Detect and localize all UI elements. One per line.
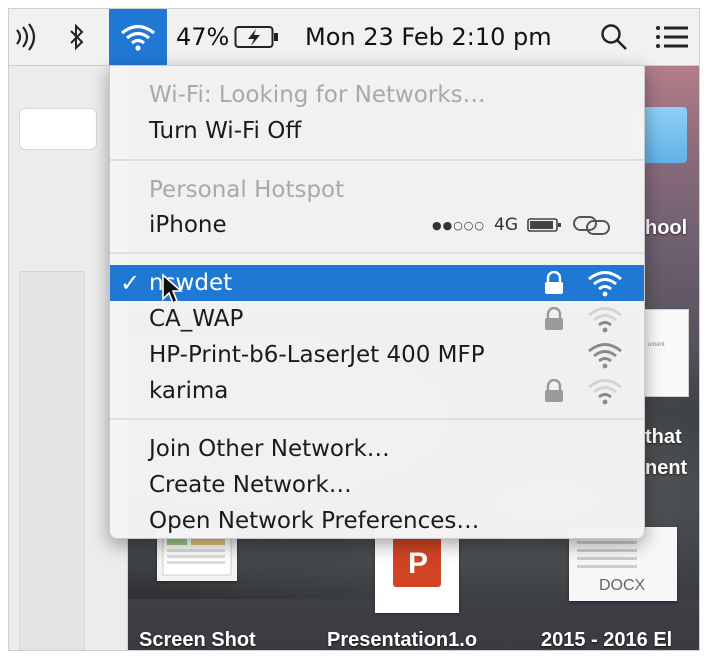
battery-charging-icon[interactable] [234, 9, 280, 65]
network-item-nswdet[interactable]: ✓ nswdet [110, 265, 644, 301]
join-other-network-label: Join Other Network… [149, 436, 390, 462]
turn-wifi-off-item[interactable]: Turn Wi-Fi Off [110, 113, 644, 149]
lock-icon [545, 271, 563, 294]
menu-separator [110, 252, 644, 254]
network-name: CA_WAP [149, 306, 244, 332]
cellular-signal-dots: ●●○○○ [432, 218, 485, 232]
wifi-status: Wi-Fi: Looking for Networks… [110, 77, 644, 113]
volume-icon[interactable] [11, 9, 51, 65]
hotspot-iphone-item[interactable]: iPhone ●●○○○ 4G [110, 207, 644, 243]
powerpoint-file-icon[interactable]: P [375, 527, 459, 613]
lock-icon [545, 379, 563, 402]
hotspot-link-icon [573, 216, 610, 235]
phone-battery-icon [527, 218, 561, 232]
turn-wifi-off-label: Turn Wi-Fi Off [149, 118, 302, 144]
create-network-label: Create Network… [149, 472, 352, 498]
docx-label: DOCX [599, 577, 646, 594]
network-type-label: 4G [494, 215, 518, 235]
hotspot-device-name: iPhone [149, 212, 227, 238]
join-other-network-item[interactable]: Join Other Network… [110, 431, 644, 467]
network-name: karima [149, 378, 229, 404]
document-thumbnail[interactable]: ument [641, 309, 689, 397]
wifi-signal-full-icon [588, 271, 622, 297]
menu-separator [110, 159, 644, 161]
bluetooth-icon[interactable] [67, 9, 95, 65]
personal-hotspot-header: Personal Hotspot [110, 172, 644, 208]
wifi-signal-weak-icon [588, 379, 622, 405]
date-time-clock[interactable]: Mon 23 Feb 2:10 pm [305, 9, 552, 65]
personal-hotspot-label: Personal Hotspot [149, 177, 345, 203]
network-item-karima[interactable]: karima [110, 373, 644, 409]
file-label-presentation[interactable]: Presentation1.o [327, 629, 477, 650]
file-label-screenshot[interactable]: Screen Shot [139, 629, 256, 650]
battery-percentage[interactable]: 47% [176, 9, 229, 65]
hotspot-details: ●●○○○ 4G [432, 212, 612, 238]
desktop-label-fragment: nent [645, 457, 688, 479]
desktop-label-fragment: that [645, 426, 682, 448]
wifi-status-label: Wi-Fi: Looking for Networks… [149, 82, 486, 108]
create-network-item[interactable]: Create Network… [110, 467, 644, 503]
notification-center-icon[interactable] [655, 9, 689, 65]
wifi-icon[interactable] [109, 9, 167, 65]
mouse-cursor-icon [162, 273, 183, 305]
window-search-field[interactable] [19, 108, 97, 150]
checkmark-icon: ✓ [120, 269, 141, 297]
window-sidebar-panel [19, 271, 85, 650]
spotlight-search-icon[interactable] [599, 9, 629, 65]
open-network-preferences-label: Open Network Preferences… [149, 508, 480, 534]
network-item-ca-wap[interactable]: CA_WAP [110, 301, 644, 337]
menu-bar: 47% Mon 23 Feb 2:10 pm [9, 9, 699, 66]
lock-icon [545, 307, 563, 330]
desktop-label-fragment: hool [645, 217, 688, 239]
screen: ument hool that nent P DOCX Screen Shot [8, 8, 700, 651]
doc-thumb-text: ument [648, 342, 665, 348]
wifi-signal-medium-icon [588, 343, 622, 369]
open-network-preferences-item[interactable]: Open Network Preferences… [110, 503, 644, 539]
file-label-document[interactable]: 2015 - 2016 El [541, 629, 672, 650]
network-item-hp-print[interactable]: HP-Print-b6-LaserJet 400 MFP [110, 337, 644, 373]
wifi-menu: Wi-Fi: Looking for Networks… Turn Wi-Fi … [109, 65, 645, 539]
svg-text:P: P [408, 547, 428, 580]
menu-separator [110, 418, 644, 420]
wifi-signal-weak-icon [588, 307, 622, 333]
network-name: HP-Print-b6-LaserJet 400 MFP [149, 342, 485, 368]
powerpoint-icon: P [393, 537, 441, 587]
